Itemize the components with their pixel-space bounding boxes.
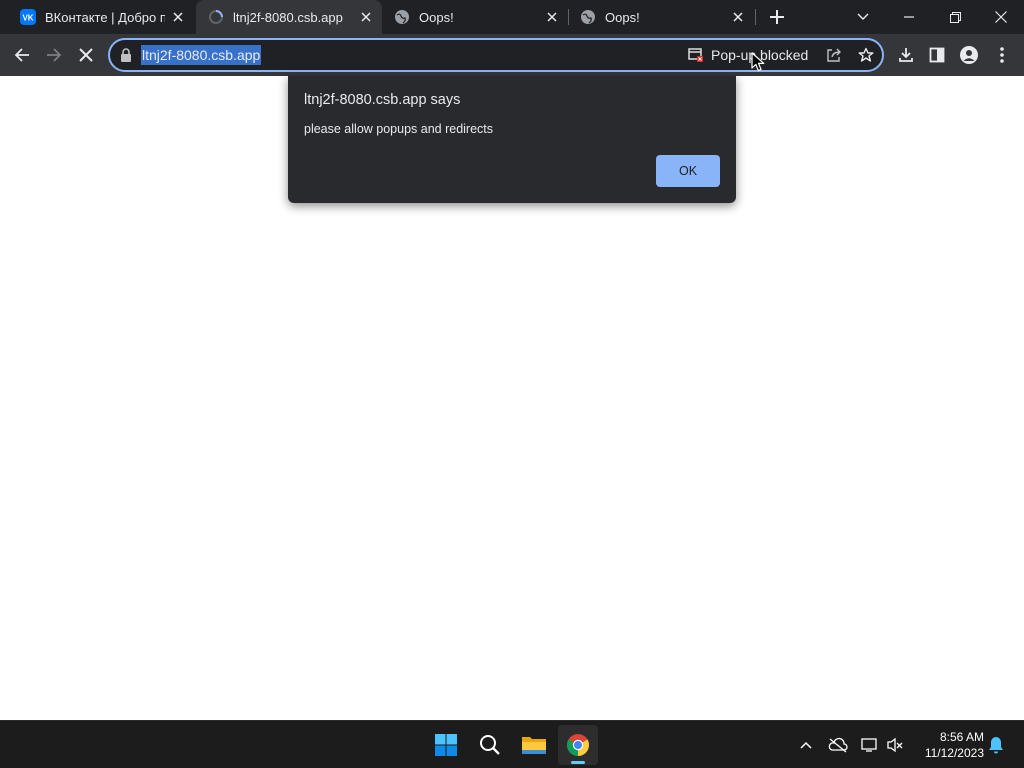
tab-title: ВКонтакте | Добро пожаловать [45,9,165,25]
file-explorer-icon[interactable] [514,725,554,765]
stop-loading-button[interactable] [70,39,102,71]
tab-oops-2[interactable]: Oops! [568,0,754,34]
onedrive-offline-icon[interactable] [828,735,848,755]
bookmark-star-icon[interactable] [857,46,875,64]
active-app-indicator [571,761,585,764]
globe-icon [394,9,410,25]
share-icon[interactable] [825,46,843,64]
tab-search-button[interactable] [840,0,886,34]
search-icon[interactable] [470,725,510,765]
globe-icon [580,9,596,25]
restore-button[interactable] [932,0,978,34]
lock-icon[interactable] [120,48,132,62]
vk-icon: VK [20,9,36,25]
notification-bell-icon[interactable] [986,735,1006,755]
new-tab-button[interactable] [766,6,788,28]
mouse-cursor-icon [751,52,765,72]
minimize-button[interactable] [886,0,932,34]
volume-muted-icon[interactable] [885,735,905,755]
popup-blocked-icon [688,47,704,63]
tab-strip: VK ВКонтакте | Добро пожаловать ltnj2f-8… [0,0,1024,34]
tab-title: Oops! [419,9,454,25]
tab-vk[interactable]: VK ВКонтакте | Добро пожаловать [8,0,194,34]
popup-blocked-chip[interactable]: Pop-up blocked [688,45,808,65]
close-tab-icon[interactable] [730,9,746,25]
show-hidden-icons-chevron-icon[interactable] [796,735,816,755]
side-panel-icon[interactable] [921,39,953,71]
forward-button[interactable] [38,39,70,71]
clock-time: 8:56 AM [939,730,984,744]
tab-title: Oops! [605,9,640,25]
loading-spinner-icon [208,9,224,25]
download-icon[interactable] [890,39,922,71]
tab-separator [755,9,756,25]
screen: VK ВКонтакте | Добро пожаловать ltnj2f-8… [0,0,1024,768]
start-icon[interactable] [426,725,466,765]
ok-button[interactable]: OK [656,155,720,187]
svg-text:VK: VK [22,14,33,23]
dialog-title: ltnj2f-8080.csb.app says [304,92,461,108]
close-tab-icon[interactable] [358,9,374,25]
close-window-button[interactable] [978,0,1024,34]
close-tab-icon[interactable] [170,9,186,25]
tab-oops-1[interactable]: Oops! [382,0,568,34]
chrome-icon[interactable] [558,725,598,765]
url-text[interactable]: ltnj2f-8080.csb.app [141,45,262,65]
clock-date: 11/12/2023 [924,746,984,760]
tab-title: ltnj2f-8080.csb.app [233,9,343,25]
close-tab-icon[interactable] [544,9,560,25]
back-button[interactable] [6,39,38,71]
taskbar: 8:56 AM 11/12/2023 [0,720,1024,768]
alert-dialog: ltnj2f-8080.csb.app says please allow po… [288,76,736,203]
dialog-message: please allow popups and redirects [304,122,494,136]
menu-kebab-icon[interactable] [986,39,1018,71]
profile-icon[interactable] [953,39,985,71]
system-clock[interactable]: 8:56 AM 11/12/2023 [914,729,984,761]
network-icon[interactable] [860,735,880,755]
tab-csb-app[interactable]: ltnj2f-8080.csb.app [196,0,382,34]
